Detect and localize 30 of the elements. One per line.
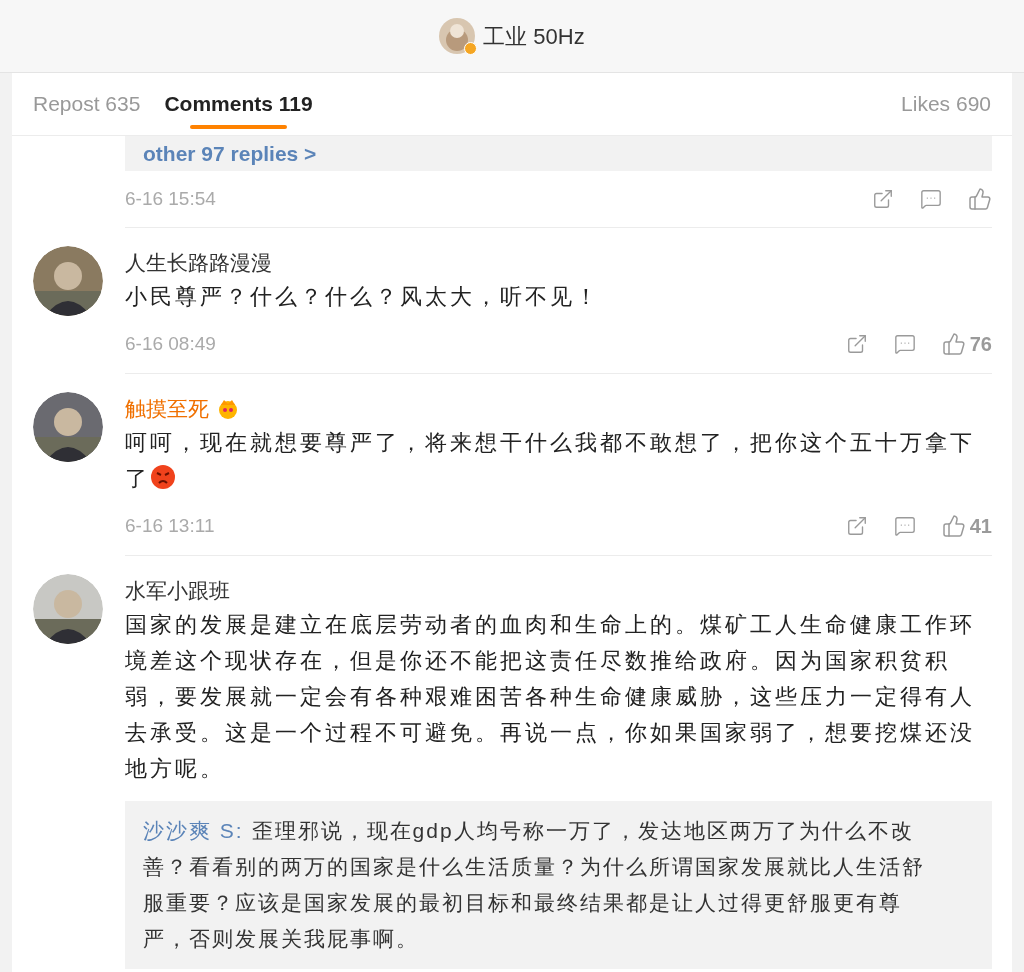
comment-icon[interactable] bbox=[893, 515, 916, 537]
like-icon[interactable] bbox=[941, 332, 966, 356]
reply-text: 沙沙爽 S: 歪理邪说，现在gdp人均号称一万了，发达地区两万了为什么不改善？看看别的两万的国家是什么生活质量？为什么所谓国家发展就比人生活舒服重要？应该是国家发展的最初目标和最终结果都是让人过得更舒服更有尊严，否则发展关我屁事啊。 bbox=[143, 818, 926, 952]
tab[interactable]: Repost 635 bbox=[33, 73, 141, 135]
emoji-icon bbox=[217, 398, 239, 420]
comment-time: 6-16 13:11 bbox=[125, 513, 215, 538]
like-count: 41 bbox=[969, 514, 992, 539]
comment-text: 国家的发展是建立在底层劳动者的血肉和生命上的。煤矿工人生命健康工作环境差这个现状存在，但是你还不能把这责任尽数推给政府。因为国家积贫积弱，要发展就一定会有各种艰难困苦各种生命健康威胁，这些压力一定得有人去承受。这是一个过程不可避免。再说一点，你如果国家弱了，想要挖煤还没地方呢。 bbox=[125, 611, 976, 783]
share-icon[interactable] bbox=[872, 188, 894, 210]
like-icon[interactable] bbox=[968, 187, 992, 211]
share-icon[interactable] bbox=[845, 333, 868, 355]
reply-author[interactable]: 沙沙爽 S: bbox=[143, 819, 244, 842]
angry-face-icon bbox=[150, 464, 176, 490]
author-name[interactable]: 人生长路路漫漫 bbox=[125, 247, 272, 279]
comment-text: 呵呵，现在就想要尊严了，将来想干什么我都不敢想了，把你这个五十万拿下了 bbox=[125, 429, 976, 493]
more-replies-link[interactable]: other 97 replies > bbox=[143, 137, 317, 170]
comment-time: 6-16 08:49 bbox=[125, 331, 216, 356]
author-name[interactable]: 水军小跟班 bbox=[125, 575, 230, 607]
account-name: 工业 50Hz bbox=[483, 22, 585, 51]
comment-icon[interactable] bbox=[893, 333, 916, 355]
comment-icon[interactable] bbox=[920, 188, 942, 210]
author-name[interactable]: 触摸至死 bbox=[125, 393, 209, 425]
tab[interactable]: Comments 119 bbox=[164, 73, 313, 135]
like-count: 76 bbox=[969, 332, 992, 357]
tab[interactable]: Likes 690 bbox=[901, 73, 991, 135]
comment-text: 小民尊严？什么？什么？风太大，听不见！ bbox=[125, 283, 601, 311]
verified-badge-icon bbox=[464, 42, 478, 55]
comment-time: 6-16 15:54 bbox=[125, 186, 216, 211]
like-icon[interactable] bbox=[941, 514, 966, 538]
share-icon[interactable] bbox=[845, 515, 868, 537]
